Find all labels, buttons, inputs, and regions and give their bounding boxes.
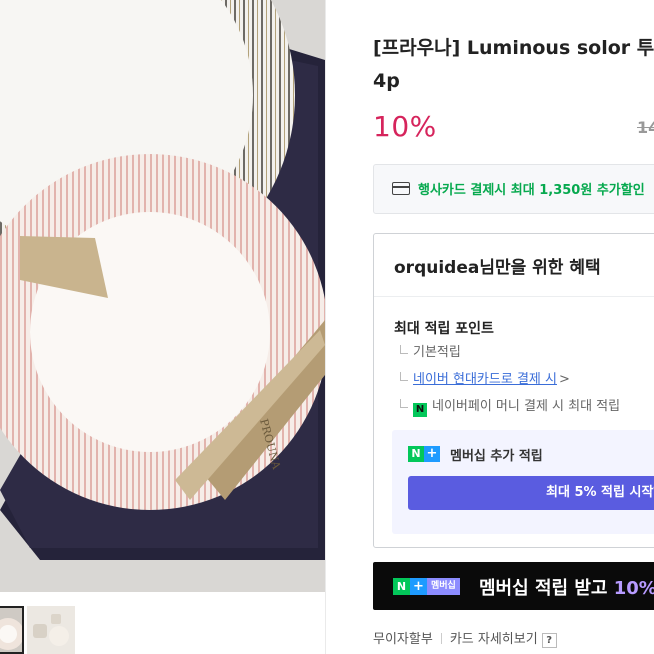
banner-text-main: 멤버십 적립 받고: [479, 578, 614, 599]
membership-badge-label: 멤버십: [427, 578, 460, 595]
tree-branch-icon: [400, 372, 408, 381]
membership-banner[interactable]: N + 멤버십 멤버십 적립 받고 10%: [373, 562, 654, 610]
divider: [325, 0, 326, 654]
card-discount-text: 행사카드 결제시 최대 1,350원 추가할인: [418, 183, 645, 198]
plus-icon: +: [410, 578, 427, 595]
plus-icon: +: [424, 446, 440, 462]
naverpay-icon: N: [413, 403, 427, 417]
product-title-line2: 4p: [373, 70, 400, 92]
membership-label: 멤버십 추가 적립: [450, 449, 543, 464]
tree-branch-icon: [400, 345, 408, 354]
product-main-image[interactable]: PROUNA: [0, 0, 325, 592]
card-details-link[interactable]: 카드 자세히보기: [450, 632, 538, 647]
points-row-npay-money: N 네이버페이 머니 결제 시 최대 적립: [400, 395, 620, 417]
naver-plus-badge: N +: [408, 446, 440, 462]
naver-plus-membership-badge: N + 멤버십: [393, 578, 460, 595]
points-row-hyundai-card[interactable]: 네이버 현대카드로 결제 시 >: [400, 368, 570, 387]
points-row-basic: 기본적립: [400, 341, 461, 360]
points-row-label: 네이버페이 머니 결제 시 최대 적립: [432, 399, 621, 414]
naver-n-icon: N: [408, 446, 424, 462]
divider: [374, 296, 654, 297]
start-membership-button[interactable]: 최대 5% 적립 시작하기: [408, 476, 654, 510]
product-title: [프라우나] Luminous solor 투 4p: [373, 32, 654, 98]
banner-text: 멤버십 적립 받고 10%: [479, 574, 654, 600]
payment-footer: 무이자할부 카드 자세히보기?: [373, 628, 557, 648]
divider: [440, 633, 442, 644]
thumbnail-2[interactable]: [27, 606, 75, 654]
points-row-label: 기본적립: [413, 345, 461, 360]
product-title-line1: [프라우나] Luminous solor 투: [373, 37, 654, 59]
product-info-panel: [프라우나] Luminous solor 투 4p 10% 14 행사카드 결…: [325, 0, 654, 654]
thumbnail-1[interactable]: [0, 606, 24, 654]
membership-box: N + 멤버십 추가 적립 최대 5% 적립 시작하기: [392, 430, 654, 534]
credit-card-icon: [392, 182, 410, 195]
max-points-title: 최대 적립 포인트: [394, 321, 494, 337]
chevron-right-icon: >: [558, 372, 570, 387]
hyundai-card-link[interactable]: 네이버 현대카드로 결제 시: [413, 372, 557, 387]
benefit-box: orquidea님만을 위한 혜택 최대 적립 포인트 기본적립 네이버 현대카…: [373, 233, 654, 548]
tree-branch-icon: [400, 399, 408, 408]
installment-label: 무이자할부: [373, 632, 433, 647]
original-price: 14: [637, 118, 654, 137]
banner-highlight: 10%: [613, 578, 654, 599]
help-icon[interactable]: ?: [541, 633, 557, 648]
card-discount-box[interactable]: 행사카드 결제시 최대 1,350원 추가할인: [373, 164, 654, 214]
benefit-title: orquidea님만을 위한 혜택: [394, 258, 601, 278]
discount-rate: 10%: [373, 110, 437, 143]
naver-n-icon: N: [393, 578, 410, 595]
